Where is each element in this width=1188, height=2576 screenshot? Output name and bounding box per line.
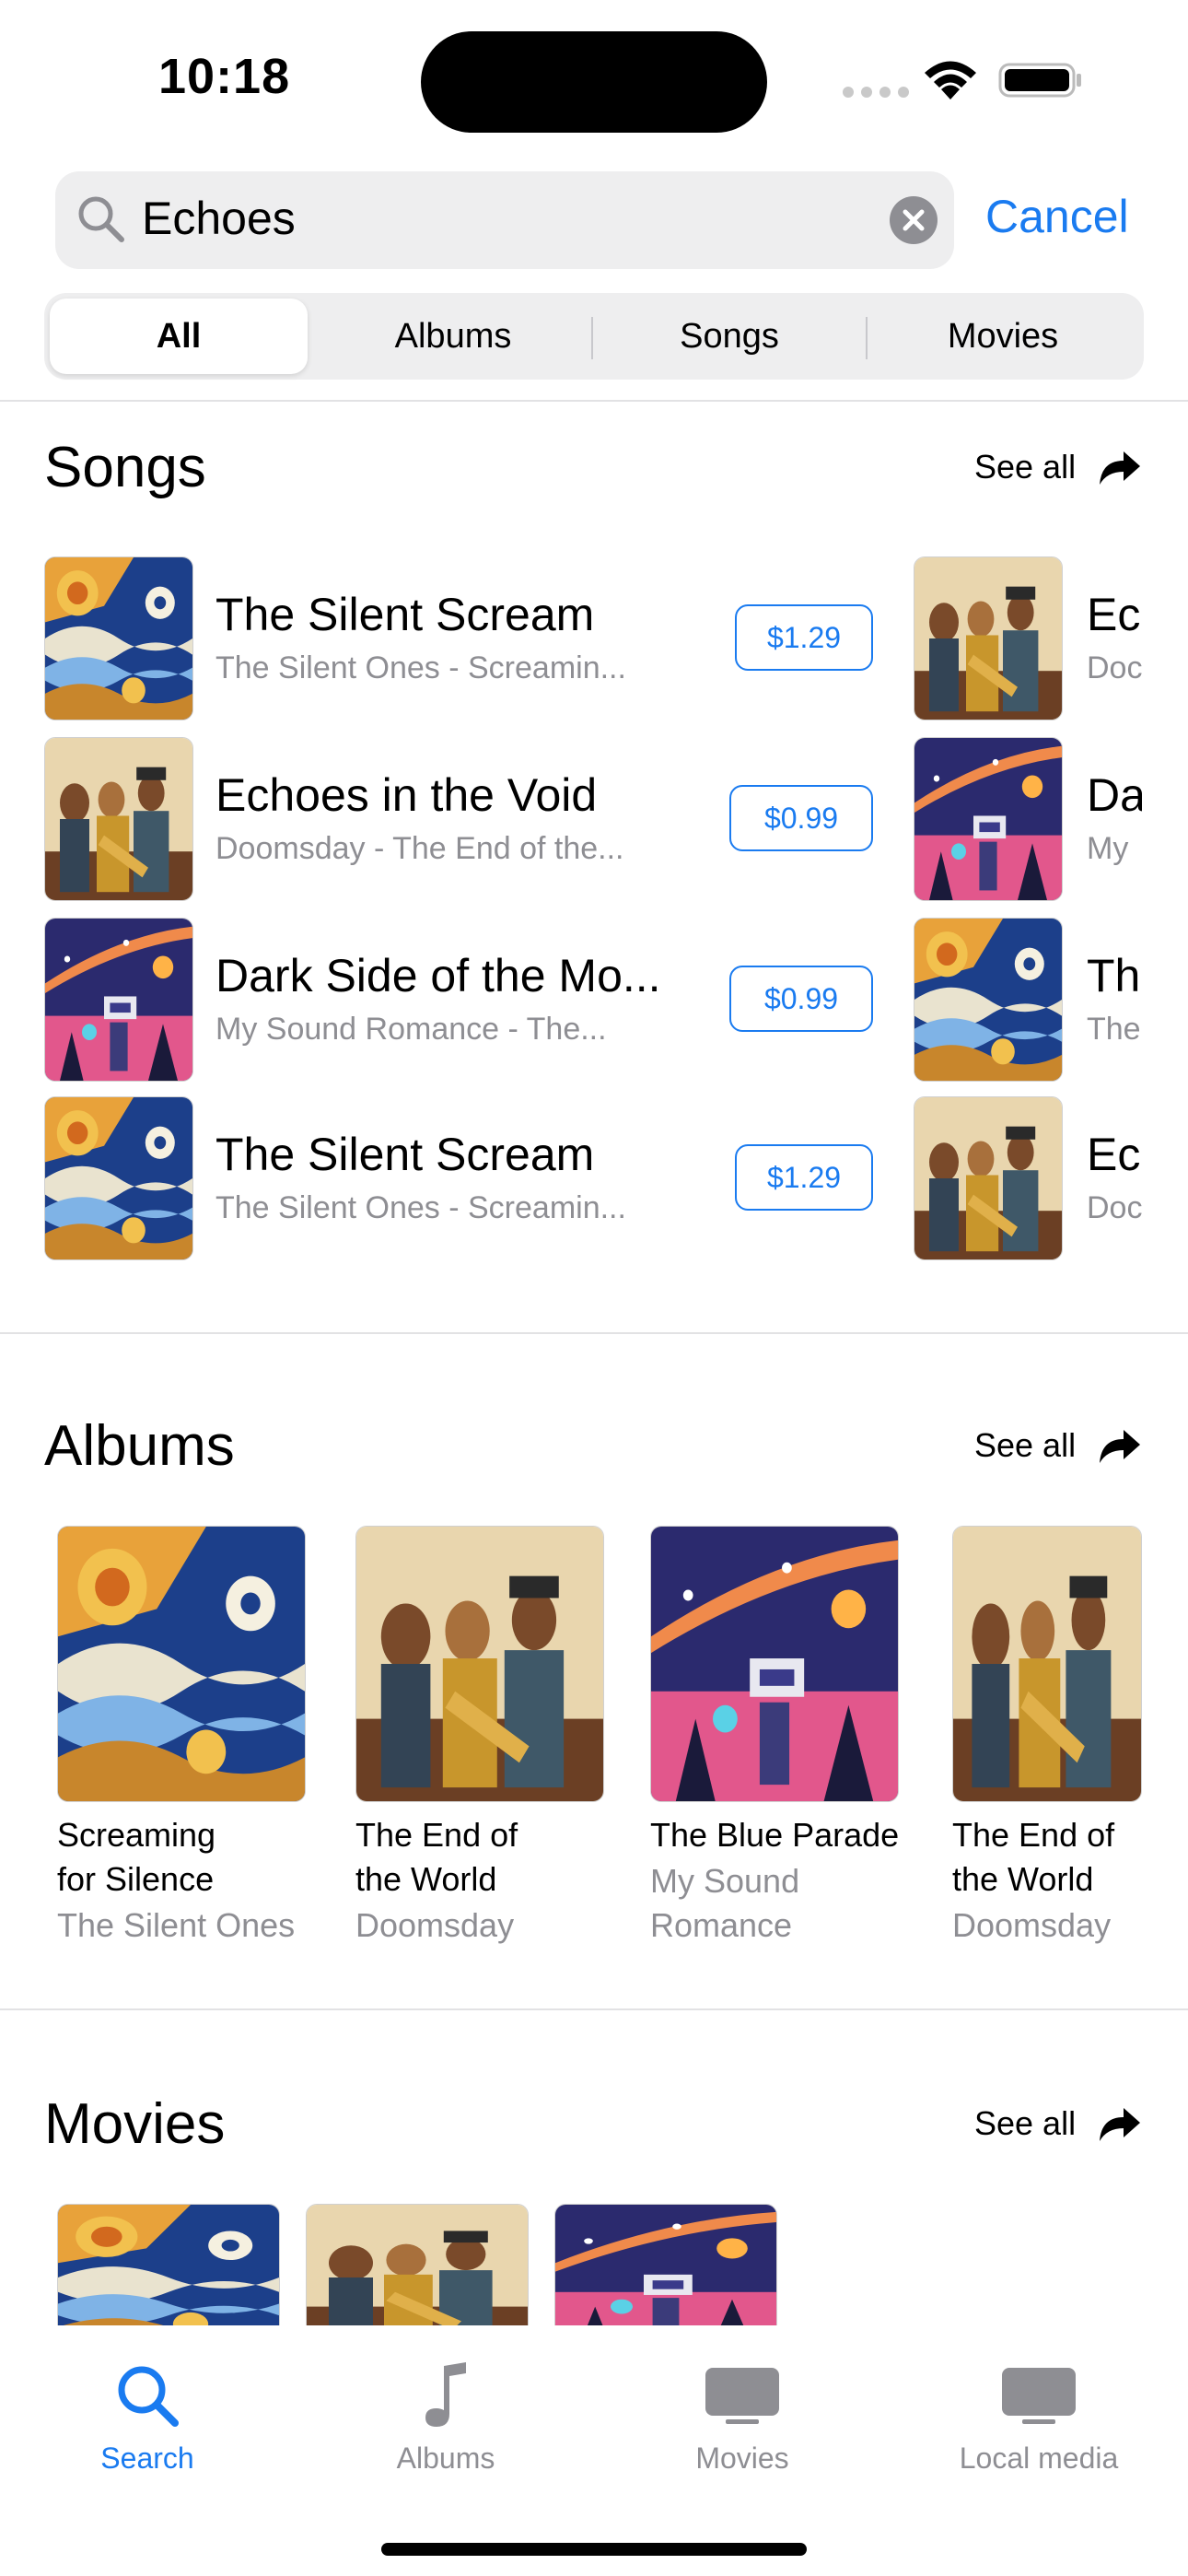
status-time: 10:18 bbox=[158, 49, 291, 104]
album-title[interactable]: The End of the World bbox=[952, 1813, 1114, 1902]
segment-movies[interactable]: Movies bbox=[868, 299, 1138, 374]
tab-label: Movies bbox=[695, 2441, 789, 2475]
search-input[interactable]: Echoes bbox=[142, 192, 296, 245]
share-arrow-icon[interactable] bbox=[1098, 2106, 1140, 2143]
song-subtitle: The bbox=[1087, 1012, 1141, 1047]
wifi-icon bbox=[925, 61, 976, 100]
buy-price-button[interactable]: $1.29 bbox=[735, 604, 873, 671]
cellular-signal-icon bbox=[843, 87, 909, 98]
tab-search[interactable]: Search bbox=[37, 2359, 258, 2476]
segment-albums[interactable]: Albums bbox=[317, 299, 589, 374]
song-artwork[interactable] bbox=[44, 1096, 193, 1260]
tab-label: Local media bbox=[959, 2441, 1119, 2475]
song-subtitle: The Silent Ones - Screamin... bbox=[215, 1190, 626, 1225]
album-artwork[interactable] bbox=[650, 1526, 899, 1802]
search-icon bbox=[78, 196, 124, 242]
tv-icon bbox=[705, 2368, 779, 2424]
album-artwork[interactable] bbox=[57, 1526, 306, 1802]
song-artwork[interactable] bbox=[914, 556, 1063, 720]
song-title[interactable]: Echoes in the Void bbox=[215, 768, 597, 822]
song-artwork[interactable] bbox=[914, 737, 1063, 901]
buy-price-button[interactable]: $0.99 bbox=[729, 785, 873, 851]
movies-section-title: Movies bbox=[44, 2092, 226, 2156]
divider bbox=[0, 1332, 1188, 1334]
status-bar: 10:18 bbox=[0, 0, 1188, 157]
song-subtitle: My bbox=[1087, 831, 1129, 866]
song-subtitle: Doc bbox=[1087, 1190, 1142, 1225]
share-arrow-icon[interactable] bbox=[1098, 450, 1140, 486]
song-subtitle: The Silent Ones - Screamin... bbox=[215, 650, 626, 685]
buy-price-button[interactable]: $0.99 bbox=[729, 966, 873, 1032]
album-artwork[interactable] bbox=[355, 1526, 604, 1802]
song-title[interactable]: Th bbox=[1087, 949, 1142, 1002]
song-artwork[interactable] bbox=[914, 1096, 1063, 1260]
album-artist: The Silent Ones bbox=[57, 1906, 296, 1944]
album-title[interactable]: Screaming for Silence bbox=[57, 1813, 215, 1902]
tv-icon bbox=[1002, 2368, 1076, 2424]
album-artist: Doomsday bbox=[355, 1906, 515, 1944]
song-subtitle: Doomsday - The End of the... bbox=[215, 831, 624, 866]
music-note-icon bbox=[425, 2362, 466, 2427]
home-indicator bbox=[381, 2543, 807, 2556]
song-title[interactable]: Ecl bbox=[1087, 1128, 1142, 1181]
song-title[interactable]: Da bbox=[1087, 768, 1142, 822]
album-artist: Doomsday bbox=[952, 1906, 1112, 1944]
tab-albums[interactable]: Albums bbox=[335, 2359, 556, 2476]
albums-section-title: Albums bbox=[44, 1414, 235, 1478]
scope-segmented-control: All Albums Songs Movies bbox=[44, 293, 1144, 380]
buy-price-button[interactable]: $1.29 bbox=[735, 1144, 873, 1211]
song-artwork[interactable] bbox=[44, 556, 193, 720]
songs-section-title: Songs bbox=[44, 436, 206, 499]
song-subtitle: My Sound Romance - The... bbox=[215, 1012, 607, 1047]
albums-see-all-button[interactable]: See all bbox=[974, 1426, 1076, 1465]
album-artist: My Sound Romance bbox=[650, 1862, 800, 1944]
song-artwork[interactable] bbox=[44, 918, 193, 1082]
segment-all[interactable]: All bbox=[50, 299, 308, 374]
clear-search-icon[interactable] bbox=[890, 196, 938, 244]
movies-see-all-button[interactable]: See all bbox=[974, 2104, 1076, 2143]
segment-songs[interactable]: Songs bbox=[593, 299, 866, 374]
tab-local-media[interactable]: Local media bbox=[928, 2359, 1149, 2476]
tab-movies[interactable]: Movies bbox=[632, 2359, 853, 2476]
song-title[interactable]: Dark Side of the Mo... bbox=[215, 949, 661, 1002]
album-artwork[interactable] bbox=[952, 1526, 1142, 1802]
song-title[interactable]: The Silent Scream bbox=[215, 1128, 594, 1181]
divider bbox=[0, 400, 1188, 402]
tab-label: Albums bbox=[396, 2441, 495, 2475]
cancel-button[interactable]: Cancel bbox=[985, 190, 1129, 243]
song-title[interactable]: The Silent Scream bbox=[215, 588, 594, 641]
search-icon bbox=[118, 2366, 179, 2427]
share-arrow-icon[interactable] bbox=[1098, 1428, 1140, 1465]
divider bbox=[0, 2008, 1188, 2010]
dynamic-island bbox=[421, 31, 767, 133]
tab-label: Search bbox=[100, 2441, 194, 2475]
song-subtitle: Doc bbox=[1087, 650, 1142, 685]
album-title[interactable]: The Blue Parade bbox=[650, 1813, 899, 1857]
album-title[interactable]: The End of the World bbox=[355, 1813, 518, 1902]
songs-see-all-button[interactable]: See all bbox=[974, 448, 1076, 486]
song-artwork[interactable] bbox=[44, 737, 193, 901]
song-artwork[interactable] bbox=[914, 918, 1063, 1082]
song-title[interactable]: Ecl bbox=[1087, 588, 1142, 641]
battery-icon bbox=[998, 63, 1081, 98]
